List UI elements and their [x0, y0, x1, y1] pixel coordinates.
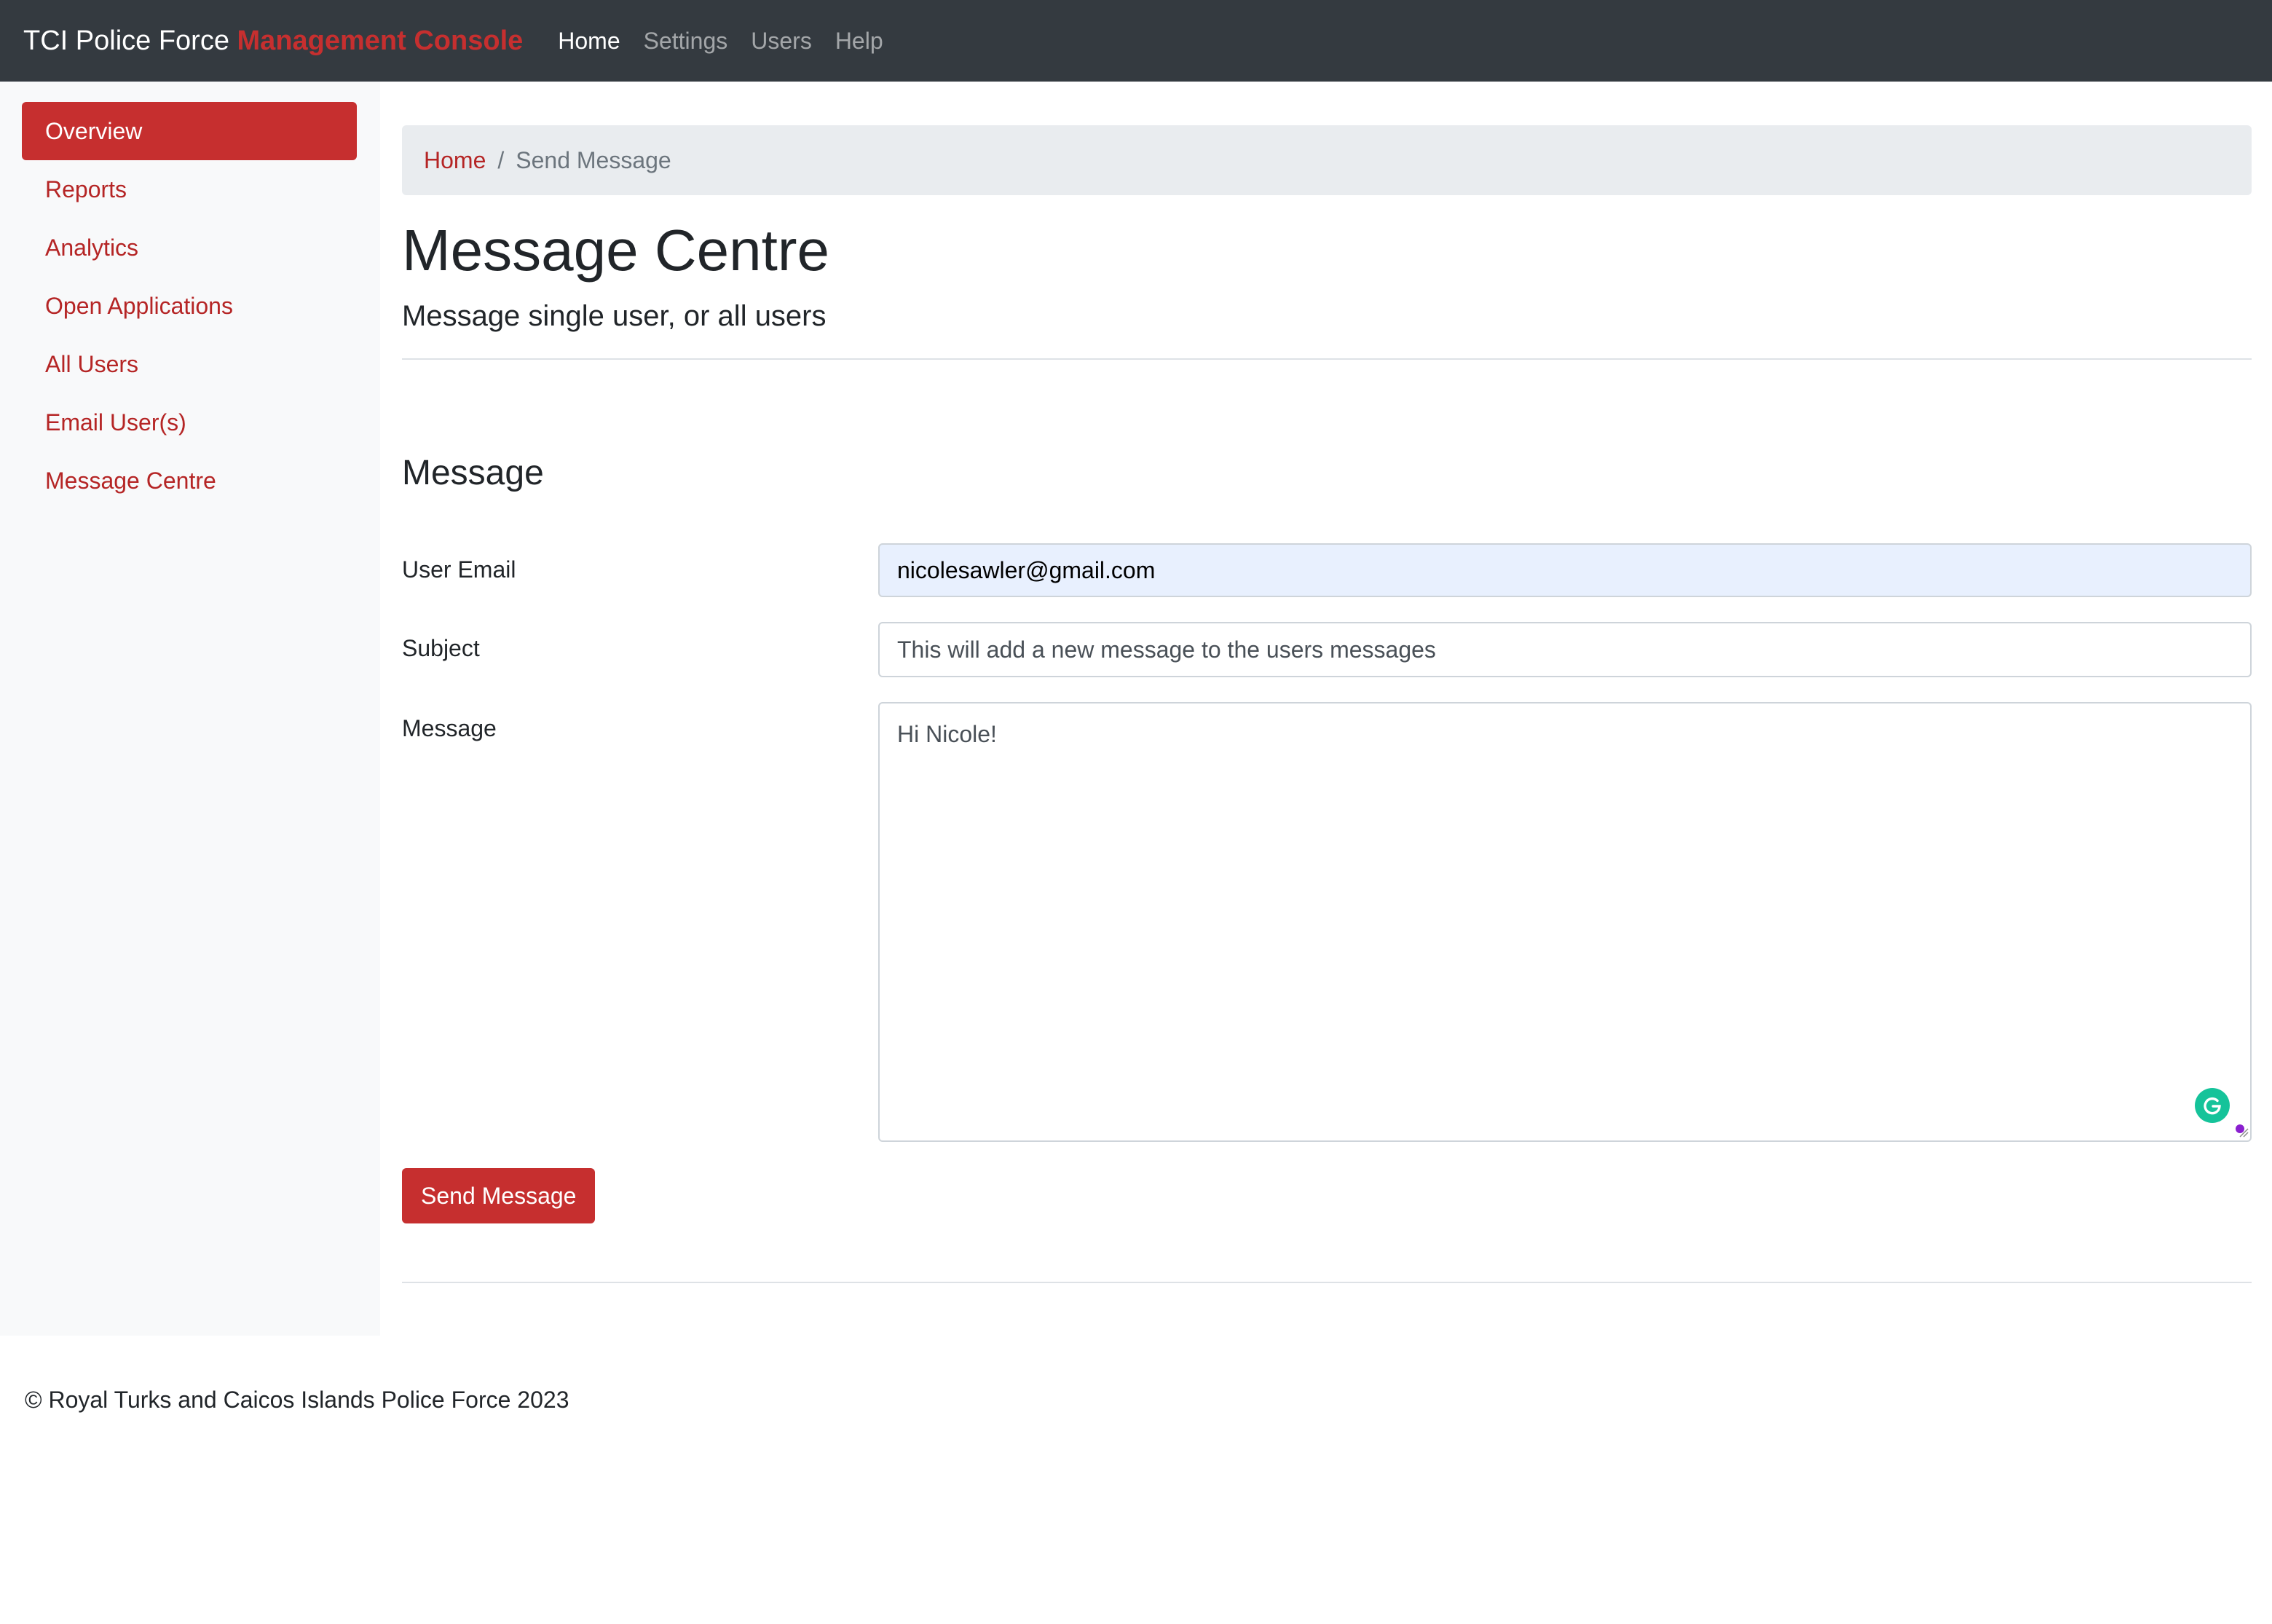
footer-copyright: © Royal Turks and Caicos Islands Police …: [25, 1387, 569, 1413]
subject-label: Subject: [402, 635, 480, 661]
breadcrumb: Home / Send Message: [402, 125, 2252, 195]
grammarly-g-icon[interactable]: [2195, 1088, 2230, 1123]
sidebar-item-all-users[interactable]: All Users: [22, 335, 357, 393]
sidebar-item-overview[interactable]: Overview: [22, 102, 357, 160]
nav-link-help[interactable]: Help: [835, 28, 883, 55]
sidebar-item-message-centre[interactable]: Message Centre: [22, 452, 357, 510]
brand-logo[interactable]: TCI Police Force Management Console: [23, 25, 523, 57]
page-title: Message Centre: [402, 218, 829, 283]
message-textarea[interactable]: Hi Nicole!: [878, 702, 2252, 1142]
sidebar-item-reports[interactable]: Reports: [22, 160, 357, 218]
breadcrumb-separator: /: [497, 146, 505, 173]
header-divider: [402, 358, 2252, 360]
breadcrumb-home-link[interactable]: Home: [424, 147, 486, 174]
page-subtitle: Message single user, or all users: [402, 300, 827, 332]
send-message-button[interactable]: Send Message: [402, 1168, 596, 1223]
sidebar-item-email-users[interactable]: Email User(s): [22, 393, 357, 452]
brand-prefix: TCI Police Force: [23, 25, 229, 56]
user-email-input[interactable]: [878, 543, 2252, 597]
nav-link-settings[interactable]: Settings: [644, 28, 728, 55]
resize-handle-icon[interactable]: [2239, 1127, 2249, 1138]
sidebar: Overview Reports Analytics Open Applicat…: [0, 82, 380, 1336]
message-label: Message: [402, 715, 497, 741]
top-navbar: TCI Police Force Management Console Home…: [0, 0, 2272, 82]
grammarly-g-glyph: [2204, 1097, 2221, 1115]
sidebar-item-analytics[interactable]: Analytics: [22, 218, 357, 277]
subject-input[interactable]: [878, 622, 2252, 677]
form-divider: [402, 1282, 2252, 1283]
sidebar-item-open-applications[interactable]: Open Applications: [22, 277, 357, 335]
nav-link-home[interactable]: Home: [558, 28, 620, 55]
brand-accent: Management Console: [237, 25, 524, 56]
user-email-label: User Email: [402, 556, 516, 583]
nav-link-users[interactable]: Users: [751, 28, 812, 55]
form-section-title: Message: [402, 454, 544, 492]
breadcrumb-current: Send Message: [516, 146, 671, 173]
